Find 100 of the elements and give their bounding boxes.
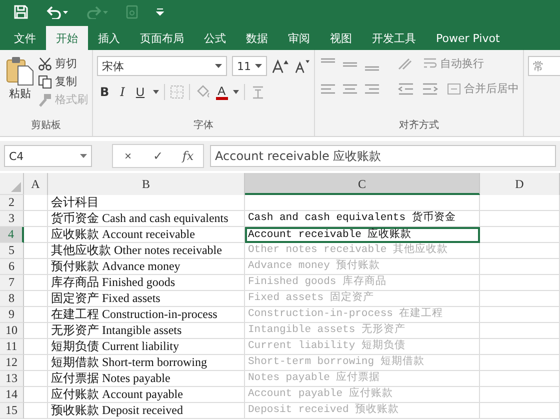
italic-button[interactable]: I — [117, 85, 128, 99]
underline-button[interactable]: U — [132, 85, 148, 99]
table-cell[interactable]: 短期负债 Current liability — [48, 339, 245, 355]
number-format-field[interactable]: 常 — [528, 56, 560, 76]
table-cell[interactable] — [24, 355, 48, 371]
row-header[interactable]: 9 — [0, 307, 24, 323]
cut-button[interactable]: 剪切 — [38, 56, 88, 71]
table-cell[interactable] — [480, 339, 560, 355]
table-cell[interactable]: 其他应收款 Other notes receivable — [48, 243, 245, 259]
ribbon-tab[interactable]: 数据 — [236, 26, 278, 50]
ribbon-tab[interactable]: 审阅 — [278, 26, 320, 50]
column-header[interactable]: A — [24, 173, 48, 195]
name-box[interactable]: C4 — [4, 145, 92, 167]
table-cell[interactable] — [24, 387, 48, 403]
formula-field[interactable]: Account receivable 应收账款 — [210, 145, 556, 167]
row-header[interactable]: 14 — [0, 387, 24, 403]
table-cell[interactable] — [24, 371, 48, 387]
table-cell[interactable] — [24, 339, 48, 355]
table-cell[interactable] — [24, 291, 48, 307]
row-header[interactable]: 11 — [0, 339, 24, 355]
bold-button[interactable]: B — [97, 85, 112, 99]
table-cell[interactable] — [24, 323, 48, 339]
table-cell[interactable]: 无形资产 Intangible assets — [48, 323, 245, 339]
table-cell[interactable] — [24, 211, 48, 227]
customize-caret-icon[interactable] — [156, 8, 164, 16]
table-cell[interactable] — [480, 387, 560, 403]
table-cell[interactable] — [480, 227, 560, 243]
row-header[interactable]: 10 — [0, 323, 24, 339]
table-cell[interactable]: 预收账款 Deposit received — [48, 403, 245, 419]
table-cell[interactable]: 会计科目 — [48, 195, 245, 211]
ribbon-tab[interactable]: 文件 — [4, 26, 46, 50]
table-cell[interactable] — [24, 307, 48, 323]
row-header[interactable]: 6 — [0, 259, 24, 275]
table-cell[interactable]: Cash and cash equivalents 货币资金 — [245, 211, 480, 227]
table-cell[interactable]: 应付票据 Notes payable — [48, 371, 245, 387]
merge-cells-icon — [447, 82, 461, 96]
table-cell[interactable] — [480, 275, 560, 291]
ribbon-tab[interactable]: 插入 — [88, 26, 130, 50]
row-header[interactable]: 2 — [0, 195, 24, 211]
table-cell[interactable] — [245, 195, 480, 211]
paste-button[interactable]: 粘贴 — [4, 56, 36, 107]
ribbon-tab[interactable]: 公式 — [194, 26, 236, 50]
copy-icon — [38, 74, 52, 88]
enter-button[interactable]: ✓ — [143, 145, 173, 167]
shrink-font-icon[interactable] — [294, 58, 310, 74]
ribbon-tab[interactable]: Power Pivot — [426, 26, 510, 50]
table-cell[interactable] — [480, 259, 560, 275]
column-header[interactable]: D — [480, 173, 560, 195]
font-color-button[interactable]: A — [216, 84, 228, 100]
row-header[interactable]: 8 — [0, 291, 24, 307]
undo-icon[interactable] — [46, 5, 68, 19]
table-cell[interactable] — [480, 195, 560, 211]
table-cell[interactable]: 库存商品 Finished goods — [48, 275, 245, 291]
grow-font-icon[interactable] — [272, 58, 290, 74]
caret-icon — [232, 90, 239, 94]
cancel-button[interactable]: × — [113, 145, 143, 167]
ribbon-tab[interactable]: 开始 — [46, 26, 88, 50]
caret-icon — [214, 64, 222, 68]
table-cell[interactable] — [24, 243, 48, 259]
row-header[interactable]: 12 — [0, 355, 24, 371]
ribbon-tab[interactable]: 开发工具 — [362, 26, 426, 50]
select-all-corner[interactable] — [0, 173, 24, 195]
row-header[interactable]: 13 — [0, 371, 24, 387]
table-cell[interactable] — [480, 323, 560, 339]
table-cell[interactable]: 在建工程 Construction-in-process — [48, 307, 245, 323]
table-cell[interactable] — [480, 371, 560, 387]
fill-bucket-icon[interactable] — [194, 85, 211, 99]
table-cell[interactable] — [480, 211, 560, 227]
font-size-field[interactable]: 11 — [232, 56, 268, 76]
table-cell[interactable] — [24, 275, 48, 291]
table-cell[interactable]: 应付账款 Account payable — [48, 387, 245, 403]
borders-icon[interactable] — [170, 85, 184, 99]
table-cell[interactable] — [24, 403, 48, 419]
table-cell[interactable] — [480, 307, 560, 323]
table-cell[interactable] — [480, 403, 560, 419]
ribbon-tab[interactable]: 视图 — [320, 26, 362, 50]
column-header[interactable]: C — [245, 173, 480, 195]
table-cell[interactable]: 货币资金 Cash and cash equivalents — [48, 211, 245, 227]
table-cell[interactable] — [24, 227, 48, 243]
ribbon-tab[interactable]: 页面布局 — [130, 26, 194, 50]
table-cell[interactable]: 应收账款 Account receivable — [48, 227, 245, 243]
insert-function-button[interactable]: fx — [173, 145, 203, 167]
table-cell[interactable]: 预付账款 Advance money — [48, 259, 245, 275]
table-cell[interactable] — [24, 259, 48, 275]
table-cell[interactable] — [480, 355, 560, 371]
row-header[interactable]: 15 — [0, 403, 24, 419]
row-header[interactable]: 7 — [0, 275, 24, 291]
font-name-field[interactable]: 宋体 — [97, 56, 227, 76]
row-header[interactable]: 5 — [0, 243, 24, 259]
table-cell[interactable]: 短期借款 Short-term borrowing — [48, 355, 245, 371]
table-cell[interactable]: Account receivable 应收账款 — [245, 227, 480, 243]
table-cell[interactable] — [480, 291, 560, 307]
table-cell[interactable]: 固定资产 Fixed assets — [48, 291, 245, 307]
save-icon[interactable] — [14, 5, 28, 19]
copy-button[interactable]: 复制 — [38, 74, 88, 89]
row-header[interactable]: 3 — [0, 211, 24, 227]
table-cell[interactable] — [24, 195, 48, 211]
indent-icon[interactable] — [397, 82, 439, 96]
row-header[interactable]: 4 — [0, 227, 24, 243]
table-cell[interactable] — [480, 243, 560, 259]
